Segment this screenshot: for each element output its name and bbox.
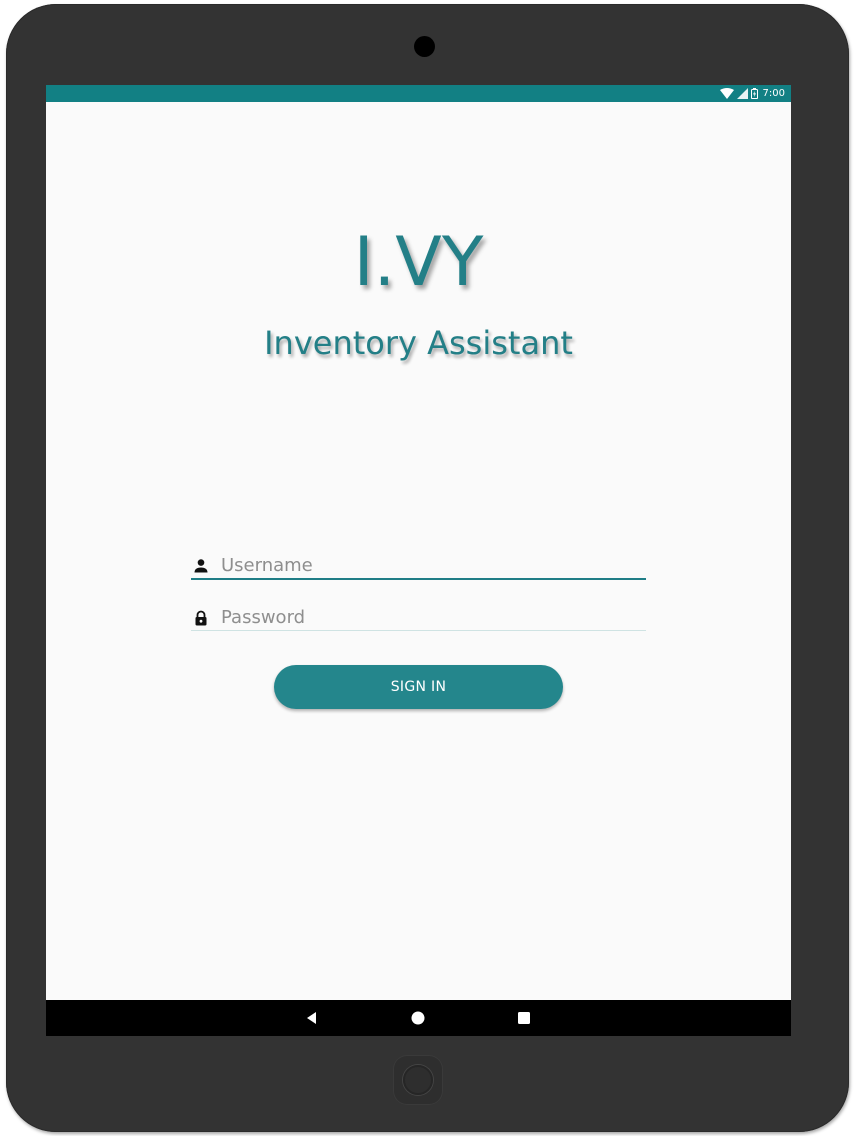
- home-button-ring: [403, 1065, 433, 1095]
- back-icon[interactable]: [304, 1010, 320, 1026]
- hardware-home-button[interactable]: [393, 1055, 443, 1105]
- navigation-bar: [46, 1000, 791, 1036]
- app-screen: 7:00 I.VY Inventory Assistant SIGN IN: [46, 85, 791, 1036]
- battery-icon: [750, 88, 758, 99]
- password-field-container: [191, 605, 646, 631]
- status-bar: 7:00: [46, 85, 791, 102]
- recents-icon[interactable]: [516, 1010, 532, 1026]
- username-field-container: [191, 553, 646, 580]
- app-title: I.VY: [353, 223, 484, 302]
- front-camera: [414, 36, 435, 57]
- person-icon: [193, 558, 209, 574]
- status-icons: 7:00: [719, 86, 785, 101]
- signal-icon: [736, 88, 748, 99]
- username-input[interactable]: [221, 553, 641, 577]
- password-input[interactable]: [221, 605, 641, 629]
- sign-in-button[interactable]: SIGN IN: [274, 665, 563, 709]
- username-underline: [191, 578, 646, 580]
- lock-icon: [193, 610, 209, 626]
- password-underline: [191, 630, 646, 631]
- app-subtitle: Inventory Assistant: [264, 324, 573, 362]
- home-icon[interactable]: [410, 1010, 426, 1026]
- wifi-icon: [719, 88, 734, 99]
- status-time: 7:00: [762, 88, 785, 99]
